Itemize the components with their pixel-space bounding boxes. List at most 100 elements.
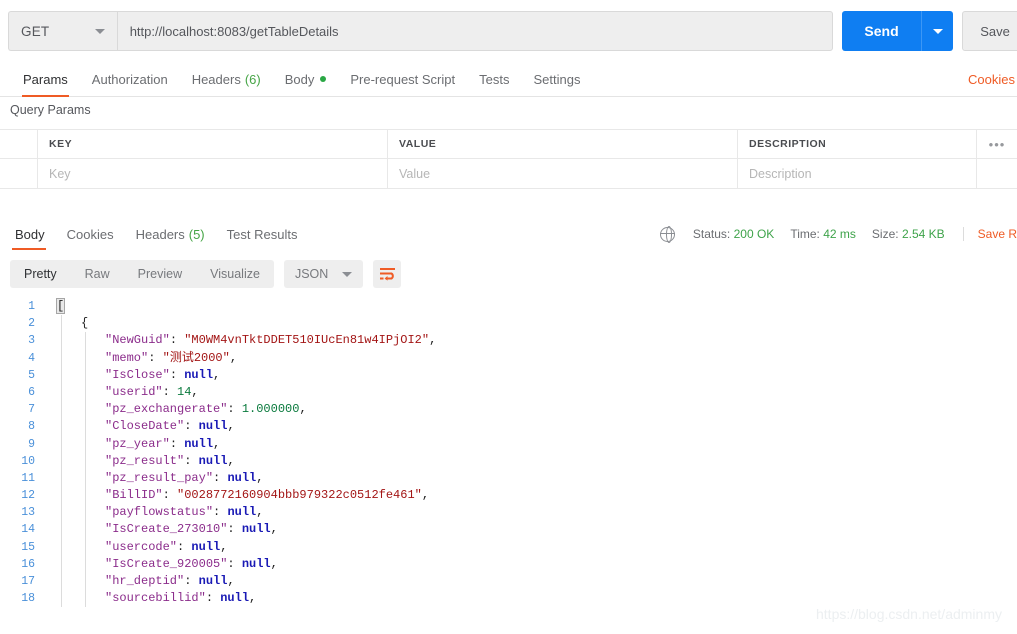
save-request-button[interactable]: Save <box>962 11 1017 51</box>
request-url-value: http://localhost:8083/getTableDetails <box>129 23 339 39</box>
response-body-json-viewer[interactable]: 1[2{3 "NewGuid": "M0WM4vnTktDDET510IUcEn8… <box>0 298 1017 634</box>
response-tab-test-results[interactable]: Test Results <box>216 218 309 250</box>
view-mode-raw[interactable]: Raw <box>71 260 124 288</box>
code-token: : <box>213 470 228 485</box>
query-params-title: Query Params <box>10 103 91 117</box>
code-line-content: { <box>45 315 1017 333</box>
view-mode-preview[interactable]: Preview <box>124 260 196 288</box>
response-tab-cookies[interactable]: Cookies <box>56 218 125 250</box>
code-token: 14 <box>177 384 192 399</box>
request-cookies-link[interactable]: Cookies <box>968 62 1017 97</box>
save-response-button[interactable]: Save R <box>962 227 1017 241</box>
response-tab-test-results-label: Test Results <box>226 226 298 242</box>
time-value: 42 ms <box>823 227 856 241</box>
code-line: 13 "payflowstatus": null, <box>0 504 1017 522</box>
row-description-input[interactable]: Description <box>738 159 977 188</box>
vertical-scrollbar[interactable] <box>1013 0 1017 634</box>
code-line: 1[ <box>0 298 1017 315</box>
line-number: 12 <box>21 489 35 503</box>
code-line-content: "memo": "测试2000", <box>45 349 1017 367</box>
code-line-content: "pz_year": null, <box>45 435 1017 453</box>
code-token: : <box>227 522 242 537</box>
code-token: , <box>270 556 278 571</box>
code-token: , <box>213 436 221 451</box>
tab-tests[interactable]: Tests <box>467 62 521 97</box>
line-number: 5 <box>28 368 35 382</box>
code-line-content: "pz_result_pay": null, <box>45 469 1017 488</box>
tab-pre-request-script[interactable]: Pre-request Script <box>338 62 467 97</box>
code-token: "BillID" <box>105 488 163 503</box>
code-token: null <box>241 556 271 571</box>
header-cell-value: VALUE <box>388 130 738 158</box>
code-line: 5 "IsClose": null, <box>0 366 1017 384</box>
code-token: : <box>148 350 163 365</box>
header-cell-key: KEY <box>38 130 388 158</box>
code-line: 4 "memo": "测试2000", <box>0 349 1017 367</box>
view-mode-pretty[interactable]: Pretty <box>10 260 71 288</box>
code-token: "usercode" <box>105 539 178 554</box>
size-badge: Size: 2.54 KB <box>872 227 945 241</box>
code-token: , <box>421 488 430 503</box>
tab-authorization[interactable]: Authorization <box>80 62 180 97</box>
line-number: 9 <box>28 437 35 451</box>
code-token: , <box>227 574 235 588</box>
code-token: , <box>227 419 235 434</box>
code-line: 12 "BillID": "0028772160904bbb979322c0512… <box>0 487 1017 505</box>
header-key-label: KEY <box>49 138 73 150</box>
request-tabs: Params Authorization Headers (6) Body Pr… <box>0 62 1017 97</box>
postman-window: GET http://localhost:8083/getTableDetail… <box>0 0 1017 634</box>
tab-settings[interactable]: Settings <box>521 62 592 97</box>
code-token: : <box>169 367 185 382</box>
time-label: Time: <box>790 227 820 241</box>
line-number: 17 <box>21 575 35 588</box>
tab-tests-label: Tests <box>479 71 510 87</box>
query-params-table: KEY VALUE DESCRIPTION ••• Key Value Desc… <box>0 129 1017 189</box>
code-token: null <box>227 505 257 520</box>
code-token: : <box>227 556 242 571</box>
response-view-mode-group: Pretty Raw Preview Visualize <box>10 260 274 288</box>
line-number: 11 <box>21 471 35 485</box>
code-token: "pz_result_pay" <box>105 470 214 485</box>
word-wrap-toggle[interactable] <box>373 260 402 288</box>
table-row[interactable]: Key Value Description <box>0 159 1017 189</box>
code-token: : <box>162 488 178 503</box>
row-value-input[interactable]: Value <box>388 159 738 188</box>
word-wrap-icon <box>379 267 395 281</box>
send-button[interactable]: Send <box>842 11 922 51</box>
request-url-input[interactable]: http://localhost:8083/getTableDetails <box>116 11 834 51</box>
code-token: "M0WM4vnTktDDET510IUcEn81w4IPjOI2" <box>184 333 430 348</box>
response-language-dropdown[interactable]: JSON <box>283 260 364 288</box>
tab-body[interactable]: Body <box>273 62 339 97</box>
code-token: "CloseDate" <box>105 419 185 434</box>
response-format-toolbar: Pretty Raw Preview Visualize JSON <box>10 260 402 288</box>
line-number: 3 <box>28 334 35 348</box>
code-line-content: "userid": 14, <box>45 383 1017 402</box>
http-method-dropdown[interactable]: GET <box>8 11 117 51</box>
response-tab-body[interactable]: Body <box>4 218 56 250</box>
row-key-input[interactable]: Key <box>38 159 388 188</box>
code-token: : <box>184 419 199 434</box>
row-checkbox-cell[interactable] <box>0 159 38 188</box>
tab-headers[interactable]: Headers (6) <box>180 62 273 97</box>
response-tab-headers[interactable]: Headers (5) <box>125 218 216 250</box>
header-value-label: VALUE <box>399 138 437 150</box>
code-token: "memo" <box>105 350 149 365</box>
code-line: 7 "pz_exchangerate": 1.000000, <box>0 401 1017 419</box>
code-token: , <box>213 367 221 382</box>
row-value-placeholder: Value <box>399 166 431 181</box>
code-token: , <box>256 505 264 520</box>
code-line-content: "sourcebillid": null, <box>45 590 1017 608</box>
bulk-edit-button[interactable]: ••• <box>977 130 1017 158</box>
row-key-placeholder: Key <box>49 166 71 181</box>
code-line: 15 "usercode": null, <box>0 538 1017 556</box>
code-token: "NewGuid" <box>105 333 170 348</box>
code-token: null <box>241 522 271 537</box>
tab-params[interactable]: Params <box>11 62 80 97</box>
code-line: 16 "IsCreate_920005": null, <box>0 555 1017 573</box>
code-line-content: "IsClose": null, <box>45 366 1017 384</box>
code-token: [ <box>55 298 66 314</box>
globe-icon <box>659 226 675 244</box>
send-options-button[interactable] <box>921 11 954 51</box>
code-line-content: "usercode": null, <box>45 538 1017 556</box>
view-mode-visualize[interactable]: Visualize <box>196 260 274 288</box>
